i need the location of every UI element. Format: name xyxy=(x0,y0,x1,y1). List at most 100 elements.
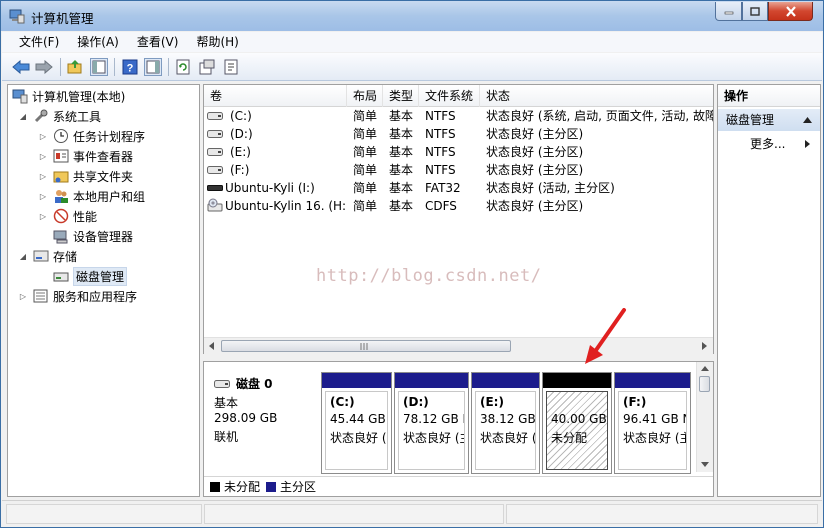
scrollbar-thumb[interactable] xyxy=(699,376,710,392)
menu-help[interactable]: 帮助(H) xyxy=(186,32,246,52)
tree-item-shared-folders[interactable]: ▷ 共享文件夹 xyxy=(38,167,133,185)
horizontal-scrollbar[interactable] xyxy=(204,337,713,354)
cell-layout: 简单 xyxy=(353,199,378,213)
cell-filesystem: NTFS xyxy=(425,163,456,177)
tree-item-disk-management[interactable]: 磁盘管理 xyxy=(53,266,128,286)
help-button[interactable]: ? xyxy=(121,58,139,76)
table-row[interactable]: Ubuntu-Kylin 16. (H:) 简单 基本 CDFS 状态良好 (主… xyxy=(204,197,713,215)
menu-view[interactable]: 查看(V) xyxy=(127,32,187,52)
disk-graphical-view: 磁盘 0 基本 298.09 GB 联机 (C:) 45.44 GB 状态良好 … xyxy=(203,361,714,497)
partition-unallocated[interactable]: 40.00 GB 未分配 xyxy=(542,372,612,474)
tree-item-device-manager[interactable]: 设备管理器 xyxy=(53,227,133,245)
partition-body: (D:) 78.12 GB I 状态良好 (主 xyxy=(398,391,465,470)
partition-bar-unallocated xyxy=(543,373,611,388)
expand-icon[interactable]: ▷ xyxy=(18,291,28,301)
export-button[interactable] xyxy=(222,58,240,76)
tree-item-event-viewer[interactable]: ▷ 事件查看器 xyxy=(38,147,133,165)
status-bar xyxy=(2,500,822,527)
table-row[interactable]: (F:) 简单 基本 NTFS 状态良好 (主分区) xyxy=(204,161,713,179)
expand-icon[interactable]: ▷ xyxy=(38,211,48,221)
cell-type: 基本 xyxy=(389,163,414,177)
tree-item-services[interactable]: ▷ 服务和应用程序 xyxy=(18,287,137,305)
computer-management-icon xyxy=(12,89,28,104)
partition-d[interactable]: (D:) 78.12 GB I 状态良好 (主 xyxy=(394,372,469,474)
window-title: 计算机管理 xyxy=(31,11,94,26)
title-bar[interactable]: 计算机管理 xyxy=(1,1,823,31)
column-header-status[interactable]: 状态 xyxy=(480,85,713,107)
legend-swatch-unallocated xyxy=(210,481,220,492)
partition-status: 状态良好 (主 xyxy=(403,431,465,445)
tree-label: 任务计划程序 xyxy=(73,129,146,144)
scrollbar-thumb[interactable] xyxy=(221,340,511,352)
drive-icon xyxy=(207,166,223,174)
partition-size: 78.12 GB I xyxy=(403,412,465,426)
table-row[interactable]: (D:) 简单 基本 NTFS 状态良好 (主分区) xyxy=(204,125,713,143)
collapse-icon[interactable]: ◢ xyxy=(18,111,28,121)
tree-item-system-tools[interactable]: ◢ 系统工具 xyxy=(18,107,101,125)
expand-icon[interactable]: ▷ xyxy=(38,131,48,141)
disk-status: 联机 xyxy=(214,430,239,444)
action-section-disk-management[interactable]: 磁盘管理 xyxy=(718,109,820,131)
tree-label: 磁盘管理 xyxy=(73,266,128,286)
chevron-right-icon xyxy=(805,140,810,148)
column-header-volume[interactable]: 卷 xyxy=(204,85,347,107)
tree-label: 设备管理器 xyxy=(73,229,134,244)
expand-icon[interactable]: ▷ xyxy=(38,151,48,161)
minimize-button[interactable] xyxy=(715,2,742,21)
maximize-icon xyxy=(750,6,760,16)
forward-button[interactable] xyxy=(35,58,53,76)
properties-icon xyxy=(199,59,215,75)
disk-management-icon xyxy=(53,272,69,282)
users-icon xyxy=(55,190,68,203)
scroll-up-icon[interactable] xyxy=(701,365,709,371)
disk-size: 298.09 GB xyxy=(214,411,278,425)
tree-item-local-users[interactable]: ▷ 本地用户和组 xyxy=(38,187,145,205)
show-hide-action-button[interactable] xyxy=(144,58,162,76)
scroll-left-icon[interactable] xyxy=(208,342,216,350)
tree-item-performance[interactable]: ▷ 性能 xyxy=(38,207,97,225)
arrow-annotation xyxy=(585,308,626,364)
collapse-up-icon[interactable] xyxy=(803,117,812,123)
expand-icon[interactable]: ▷ xyxy=(38,191,48,201)
disk-0-info[interactable]: 磁盘 0 基本 298.09 GB 联机 xyxy=(210,370,318,470)
table-row[interactable]: (C:) 简单 基本 NTFS 状态良好 (系统, 启动, 页面文件, 活动, … xyxy=(204,107,713,125)
cell-status: 状态良好 (主分区) xyxy=(486,163,584,177)
tree-item-root[interactable]: 计算机管理(本地) xyxy=(12,87,125,105)
refresh-button[interactable] xyxy=(174,58,192,76)
cell-layout: 简单 xyxy=(353,109,378,123)
properties-button[interactable] xyxy=(198,58,216,76)
tree-item-task-scheduler[interactable]: ▷ 任务计划程序 xyxy=(38,127,145,145)
up-folder-button[interactable] xyxy=(66,58,84,76)
vertical-scrollbar[interactable] xyxy=(696,362,713,472)
column-header-type[interactable]: 类型 xyxy=(383,85,419,107)
partition-c[interactable]: (C:) 45.44 GB 状态良好 ( xyxy=(321,372,392,474)
show-hide-tree-button[interactable] xyxy=(90,58,108,76)
svg-text:?: ? xyxy=(127,63,134,75)
back-button[interactable] xyxy=(12,58,30,76)
back-icon xyxy=(12,60,30,74)
scroll-right-icon[interactable] xyxy=(700,342,708,350)
more-actions-label: 更多... xyxy=(750,137,786,151)
partition-e[interactable]: (E:) 38.12 GB 状态良好 ( xyxy=(471,372,540,474)
tree-item-storage[interactable]: ◢ 存储 xyxy=(18,247,77,265)
maximize-button[interactable] xyxy=(742,2,768,21)
collapse-icon[interactable]: ◢ xyxy=(18,251,28,261)
menu-action[interactable]: 操作(A) xyxy=(67,32,127,52)
cell-type: 基本 xyxy=(389,181,414,195)
cell-status: 状态良好 (系统, 启动, 页面文件, 活动, 故障 xyxy=(486,109,713,123)
partition-f[interactable]: (F:) 96.41 GB N 状态良好 (主 xyxy=(614,372,691,474)
partition-size: 40.00 GB xyxy=(551,412,607,426)
cell-status: 状态良好 (主分区) xyxy=(486,145,584,159)
list-header: 卷 布局 类型 文件系统 状态 xyxy=(204,85,713,107)
menu-file[interactable]: 文件(F) xyxy=(2,32,67,52)
more-actions-item[interactable]: 更多... xyxy=(718,135,820,153)
close-button[interactable] xyxy=(768,2,813,21)
table-row[interactable]: Ubuntu-Kyli (I:) 简单 基本 FAT32 状态良好 (活动, 主… xyxy=(204,179,713,197)
toolbar-separator xyxy=(114,58,115,76)
column-header-layout[interactable]: 布局 xyxy=(347,85,383,107)
scroll-down-icon[interactable] xyxy=(701,462,709,468)
expand-icon[interactable]: ▷ xyxy=(38,171,48,181)
column-header-filesystem[interactable]: 文件系统 xyxy=(419,85,480,107)
status-segment xyxy=(204,504,504,524)
table-row[interactable]: (E:) 简单 基本 NTFS 状态良好 (主分区) xyxy=(204,143,713,161)
